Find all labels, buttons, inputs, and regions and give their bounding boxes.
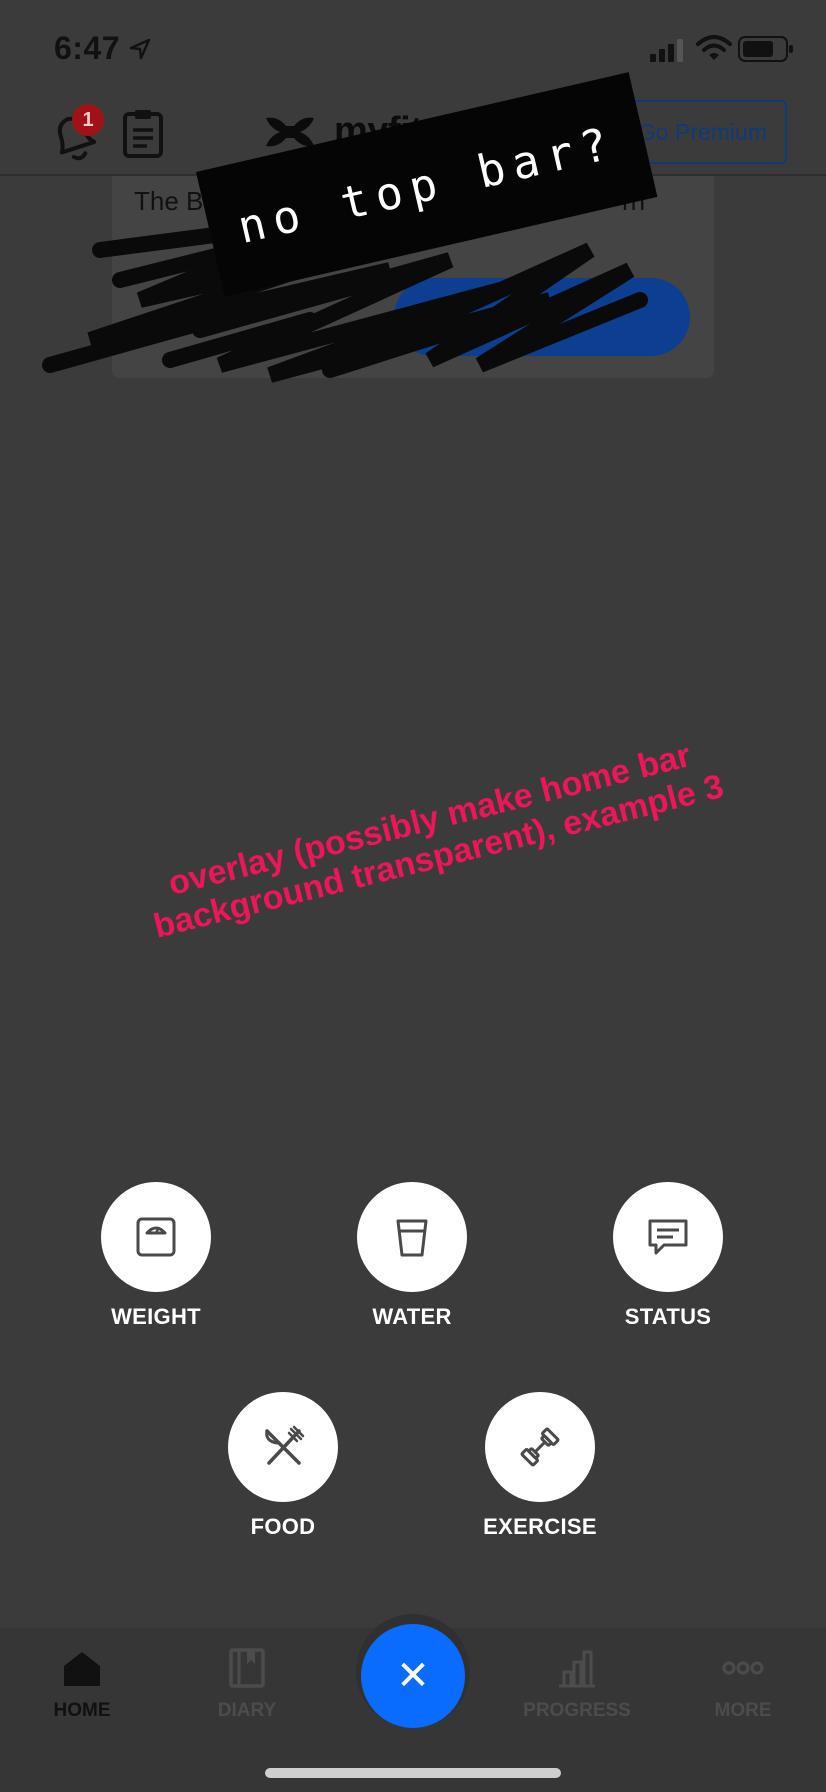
water-action[interactable]: WATER xyxy=(337,1182,487,1330)
tab-more[interactable]: MORE xyxy=(678,1646,808,1722)
status-action-circle[interactable] xyxy=(613,1182,723,1292)
bar-chart-icon xyxy=(559,1650,595,1688)
exercise-label: EXERCISE xyxy=(483,1514,597,1539)
wifi-icon xyxy=(696,35,732,60)
weight-action[interactable]: WEIGHT xyxy=(81,1182,231,1330)
tab-progress-label: PROGRESS xyxy=(523,1700,631,1721)
dumbbell-icon xyxy=(520,1427,560,1467)
water-label: WATER xyxy=(372,1304,452,1329)
water-action-circle[interactable] xyxy=(357,1182,467,1292)
food-label: FOOD xyxy=(250,1514,316,1539)
weight-label: WEIGHT xyxy=(111,1304,201,1329)
exercise-action-circle[interactable] xyxy=(485,1392,595,1502)
more-dots-icon xyxy=(722,1661,764,1675)
tab-diary[interactable]: DIARY xyxy=(182,1646,312,1722)
home-icon xyxy=(64,1652,100,1686)
close-quick-add-button[interactable]: ✕ xyxy=(361,1624,465,1728)
clipboard-icon[interactable] xyxy=(122,108,164,158)
annotation-note: overlay (possibly make home bar backgrou… xyxy=(149,736,728,946)
location-arrow-icon xyxy=(129,38,151,60)
tab-home-label: HOME xyxy=(53,1700,111,1721)
tab-diary-label: DIARY xyxy=(217,1700,277,1721)
book-icon xyxy=(229,1648,265,1688)
food-action-circle[interactable] xyxy=(228,1392,338,1502)
notification-badge: 1 xyxy=(72,104,104,136)
close-icon: ✕ xyxy=(396,1654,430,1698)
water-glass-icon xyxy=(396,1219,428,1257)
fork-knife-icon xyxy=(265,1425,305,1465)
status-label: STATUS xyxy=(624,1304,712,1329)
home-indicator xyxy=(265,1768,561,1778)
tab-home[interactable]: HOME xyxy=(17,1646,147,1722)
notifications-button[interactable]: 1 xyxy=(48,104,104,168)
status-bar: 6:47 xyxy=(0,0,826,90)
tab-progress[interactable]: PROGRESS xyxy=(512,1646,642,1722)
brand-logo-icon xyxy=(266,117,314,146)
clock: 6:47 xyxy=(54,30,121,66)
chat-bubble-icon xyxy=(648,1219,688,1255)
weight-action-circle[interactable] xyxy=(101,1182,211,1292)
tab-more-label: MORE xyxy=(714,1700,772,1721)
battery-icon xyxy=(738,36,793,62)
food-action[interactable]: FOOD xyxy=(208,1392,358,1540)
cellular-signal-icon xyxy=(650,39,683,62)
status-action[interactable]: STATUS xyxy=(593,1182,743,1330)
scale-icon xyxy=(136,1217,176,1257)
exercise-action[interactable]: EXERCISE xyxy=(465,1392,615,1540)
